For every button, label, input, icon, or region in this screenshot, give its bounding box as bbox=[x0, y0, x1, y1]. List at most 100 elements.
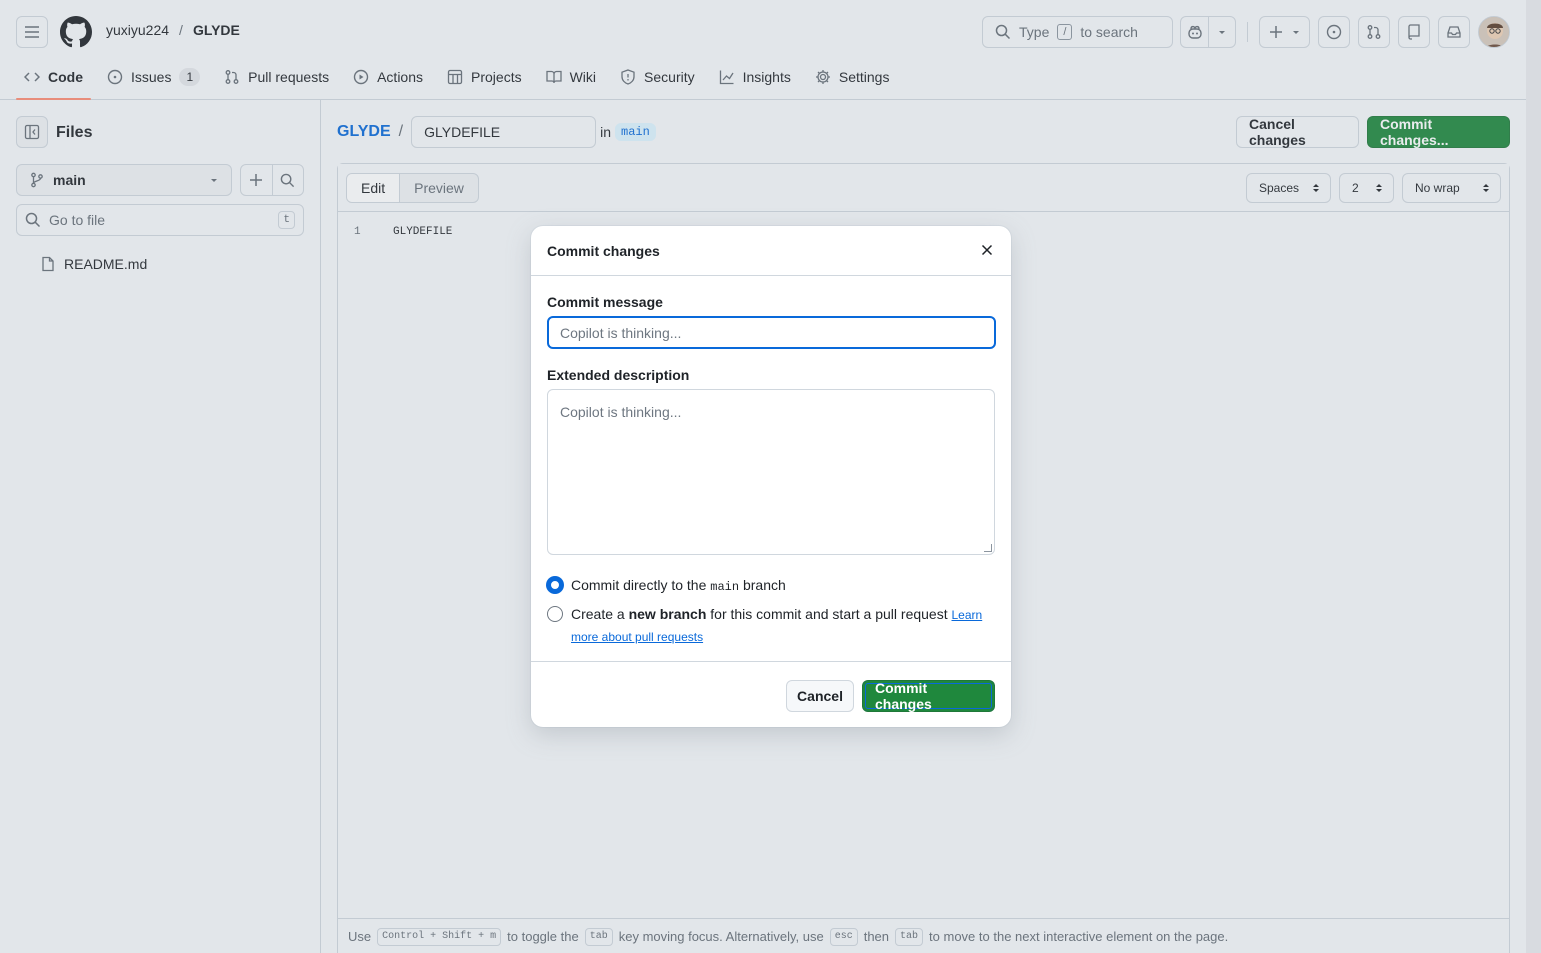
in-label: in bbox=[600, 124, 612, 140]
sidebar-collapse-icon bbox=[24, 124, 40, 140]
breadcrumb-repo-link[interactable]: GLYDE bbox=[337, 123, 391, 141]
dialog-title: Commit changes bbox=[547, 243, 660, 259]
tab-settings[interactable]: Settings bbox=[807, 60, 898, 94]
close-icon bbox=[981, 244, 993, 256]
filename-input[interactable]: GLYDEFILE bbox=[411, 116, 597, 148]
commit-direct-option[interactable]: Commit directly to the main branch bbox=[547, 575, 786, 597]
tab-insights[interactable]: Insights bbox=[711, 60, 799, 94]
page-scrollbar[interactable] bbox=[1526, 0, 1541, 953]
description-placeholder: Copilot is thinking... bbox=[560, 404, 682, 420]
tab-issues-label: Issues bbox=[131, 69, 172, 85]
edit-mode-tab[interactable]: Edit bbox=[347, 174, 401, 202]
indent-size-value: 2 bbox=[1352, 181, 1359, 195]
hint-text: key moving focus. Alternatively, use bbox=[618, 929, 824, 944]
file-tree-sidebar: Files main Go to file t README.md bbox=[0, 100, 321, 953]
collapse-sidebar-button[interactable] bbox=[16, 116, 48, 148]
extended-description-textarea[interactable]: Copilot is thinking... bbox=[547, 389, 995, 555]
git-pull-request-icon bbox=[1367, 25, 1381, 39]
create-new-button[interactable] bbox=[1259, 16, 1310, 48]
tab-actions-label: Actions bbox=[377, 69, 424, 85]
global-search[interactable]: Type / to search bbox=[982, 16, 1173, 48]
issues-shortcut-button[interactable] bbox=[1318, 16, 1350, 48]
close-dialog-button[interactable] bbox=[977, 240, 997, 260]
branch-name: main bbox=[53, 172, 86, 188]
owner-link[interactable]: yuxiyu224 bbox=[106, 22, 169, 38]
header-divider bbox=[1247, 22, 1248, 42]
commit-message-label: Commit message bbox=[547, 294, 663, 310]
inbox-button[interactable] bbox=[1438, 16, 1470, 48]
hint-text: Use bbox=[348, 929, 372, 944]
new-branch-prefix: Create a bbox=[571, 606, 625, 622]
issue-opened-icon bbox=[107, 69, 123, 85]
commit-direct-radio[interactable] bbox=[547, 577, 563, 593]
sidebar-actions bbox=[240, 164, 304, 196]
tab-settings-label: Settings bbox=[838, 69, 890, 85]
search-files-button[interactable] bbox=[273, 165, 304, 195]
tab-issues[interactable]: Issues 1 bbox=[99, 60, 208, 94]
hint-key: Control + Shift + m bbox=[377, 927, 502, 946]
tab-insights-label: Insights bbox=[742, 69, 791, 85]
editor-toolbar: Edit Preview Spaces 2 No wrap bbox=[338, 164, 1509, 212]
copilot-button[interactable] bbox=[1180, 16, 1236, 48]
chevron-up-down-icon bbox=[1376, 184, 1382, 192]
indent-mode-select[interactable]: Spaces bbox=[1246, 173, 1331, 203]
context-separator: / bbox=[179, 22, 183, 38]
commit-changes-button[interactable]: Commit changes bbox=[862, 680, 995, 712]
code-icon bbox=[24, 72, 40, 82]
menu-button[interactable] bbox=[16, 16, 48, 48]
branch-selector[interactable]: main bbox=[16, 164, 232, 196]
commit-direct-prefix: Commit directly to the bbox=[571, 577, 707, 593]
tab-actions[interactable]: Actions bbox=[345, 60, 431, 94]
commit-changes-header-button[interactable]: Commit changes... bbox=[1367, 116, 1510, 148]
search-icon bbox=[25, 212, 41, 228]
book-icon bbox=[545, 70, 562, 84]
tab-projects[interactable]: Projects bbox=[439, 60, 530, 94]
repo-icon bbox=[1408, 24, 1420, 40]
new-branch-suffix: for this commit and start a pull request bbox=[710, 606, 948, 622]
cancel-button[interactable]: Cancel bbox=[786, 680, 854, 712]
line-number: 1 bbox=[354, 226, 361, 238]
chevron-up-down-icon bbox=[1313, 184, 1319, 192]
indent-size-select[interactable]: 2 bbox=[1339, 173, 1394, 203]
wrap-mode-select[interactable]: No wrap bbox=[1402, 173, 1501, 203]
commit-dialog: Commit changes Commit message Copilot is… bbox=[531, 226, 1011, 727]
user-avatar[interactable] bbox=[1478, 16, 1510, 48]
tab-wiki[interactable]: Wiki bbox=[538, 60, 604, 94]
new-branch-option[interactable]: Create a new branch for this commit and … bbox=[547, 604, 987, 648]
tab-pull-requests[interactable]: Pull requests bbox=[216, 60, 337, 94]
pull-requests-shortcut-button[interactable] bbox=[1358, 16, 1390, 48]
new-branch-bold: new branch bbox=[628, 606, 707, 622]
go-to-file-shortcut: t bbox=[278, 211, 295, 229]
wrap-mode-value: No wrap bbox=[1415, 181, 1460, 195]
code-line: GLYDEFILE bbox=[393, 226, 453, 238]
repo-link[interactable]: GLYDE bbox=[193, 22, 240, 38]
github-logo-icon[interactable] bbox=[60, 16, 92, 48]
hint-key: tab bbox=[895, 927, 924, 946]
new-branch-radio[interactable] bbox=[547, 606, 563, 622]
resize-handle-icon[interactable] bbox=[984, 544, 992, 552]
file-tree-item[interactable]: README.md bbox=[40, 256, 147, 272]
go-to-file-input[interactable]: Go to file t bbox=[16, 204, 304, 236]
add-file-button[interactable] bbox=[241, 165, 273, 195]
tab-code[interactable]: Code bbox=[16, 60, 91, 100]
hamburger-icon bbox=[25, 26, 39, 38]
hint-key: tab bbox=[584, 927, 613, 946]
breadcrumb-separator: / bbox=[398, 123, 404, 140]
commit-direct-text: Commit directly to the main branch bbox=[571, 575, 786, 597]
commit-message-input[interactable]: Copilot is thinking... bbox=[547, 316, 996, 349]
preview-mode-tab[interactable]: Preview bbox=[400, 174, 478, 202]
git-pull-request-icon bbox=[225, 70, 239, 84]
tab-security[interactable]: Security bbox=[612, 60, 703, 94]
new-branch-text: Create a new branch for this commit and … bbox=[571, 604, 987, 648]
repositories-button[interactable] bbox=[1398, 16, 1430, 48]
repo-nav-tabs: Code Issues 1 Pull requests Actions Proj… bbox=[16, 60, 905, 100]
repo-context: yuxiyu224 / GLYDE bbox=[106, 22, 240, 38]
file-icon bbox=[42, 256, 54, 272]
gear-icon bbox=[815, 70, 830, 84]
dialog-footer: Cancel Commit changes bbox=[531, 661, 1011, 727]
hint-text: to toggle the bbox=[507, 929, 579, 944]
cancel-changes-button[interactable]: Cancel changes bbox=[1236, 116, 1359, 148]
git-branch-icon bbox=[31, 172, 43, 188]
extended-description-label: Extended description bbox=[547, 367, 690, 383]
file-name: README.md bbox=[64, 256, 148, 272]
